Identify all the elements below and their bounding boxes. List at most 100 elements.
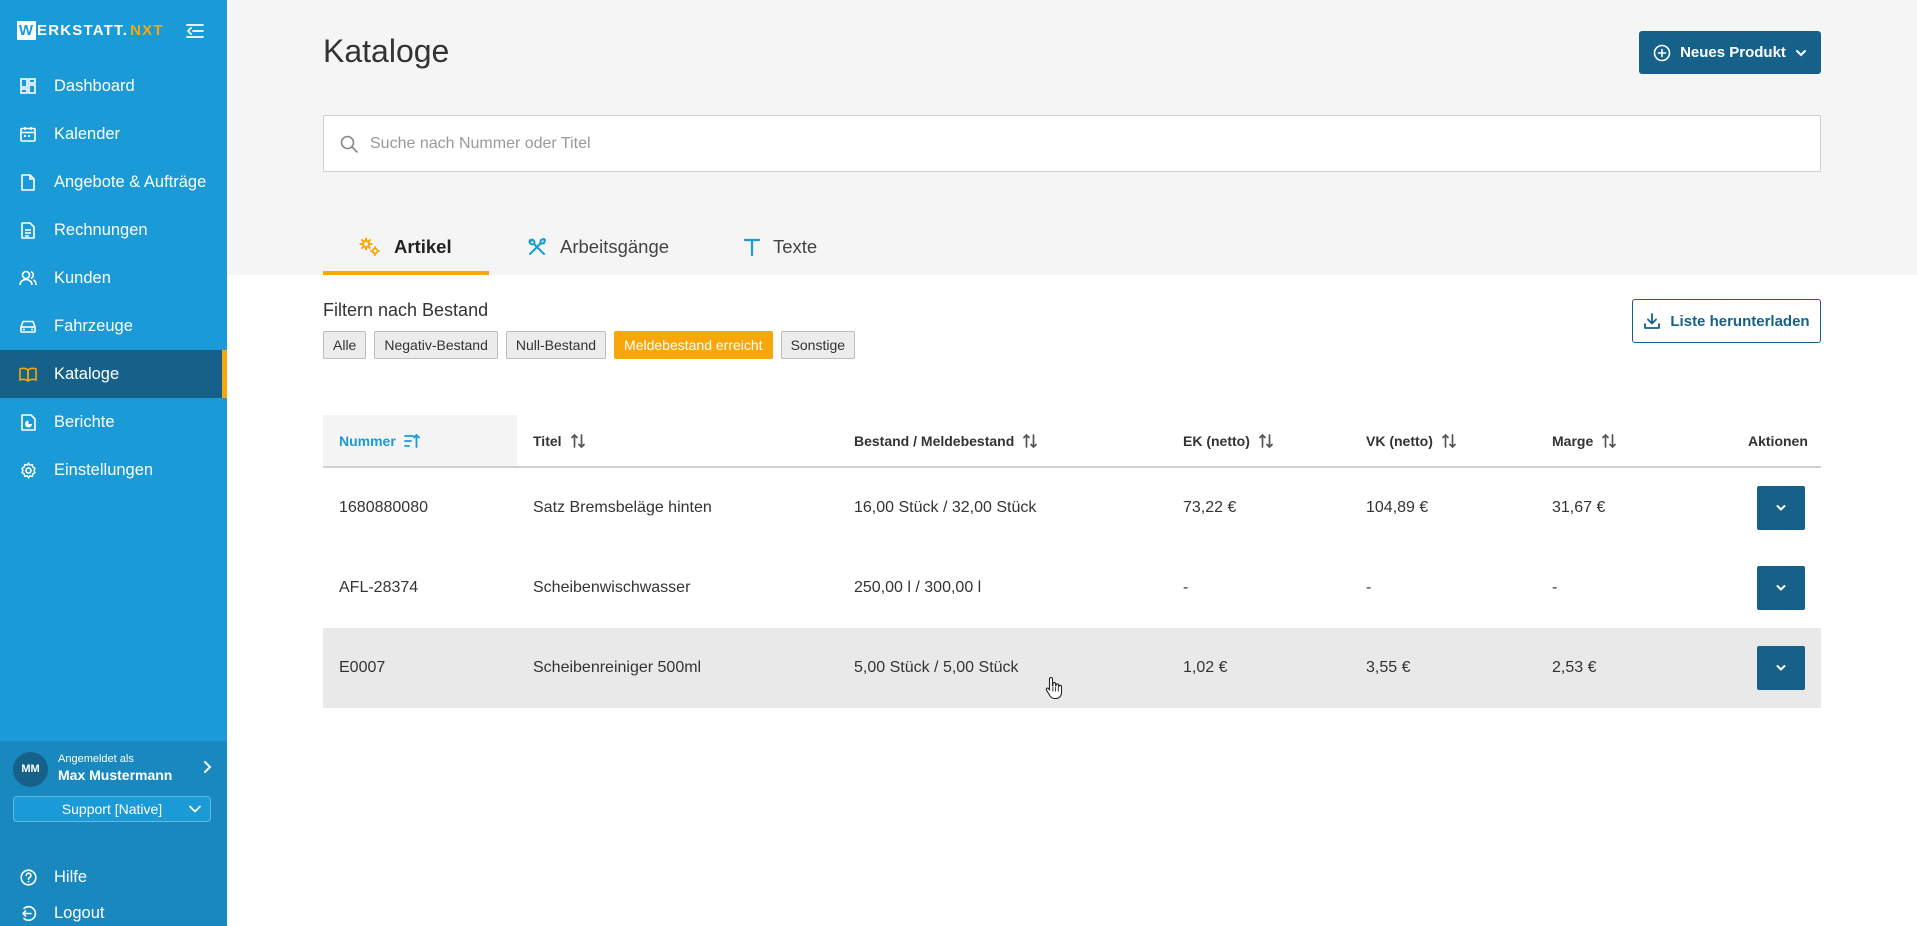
filter-chip-alle[interactable]: Alle [323, 331, 367, 359]
filter-chip-null-bestand[interactable]: Null-Bestand [505, 331, 607, 359]
sidebar-item-label: Berichte [54, 412, 115, 431]
sidebar-item-kalender[interactable]: Kalender [0, 110, 227, 158]
document-icon [19, 173, 37, 191]
help-link[interactable]: Hilfe [0, 853, 227, 901]
new-product-button[interactable]: Neues Produkt [1639, 31, 1821, 74]
download-list-label: Liste herunterladen [1670, 312, 1810, 330]
column-header-bestand[interactable]: Bestand / Meldebestand [854, 415, 1038, 466]
cell-vk: 104,89 € [1366, 499, 1429, 516]
search-input[interactable] [370, 134, 1770, 153]
row-actions-button[interactable] [1757, 486, 1805, 530]
column-header-vk[interactable]: VK (netto) [1366, 415, 1457, 466]
sidebar-item-kataloge[interactable]: Kataloge [0, 350, 227, 398]
column-header-titel[interactable]: Titel [533, 415, 586, 466]
cell-vk: - [1366, 579, 1372, 596]
cell-bestand: 5,00 Stück / 5,00 Stück [854, 659, 1019, 676]
search-icon [340, 135, 358, 153]
tools-icon [527, 237, 547, 257]
tab-arbeitsgaenge[interactable]: Arbeitsgänge [489, 218, 704, 275]
sidebar-item-label: Einstellungen [54, 460, 154, 479]
sidebar-nav: Dashboard Kalender Angebote & Aufträge R… [0, 62, 227, 494]
sort-icon [1022, 433, 1038, 448]
sidebar-item-kunden[interactable]: Kunden [0, 254, 227, 302]
tab-artikel[interactable]: Artikel [323, 218, 489, 275]
catalog-tabs: Artikel Arbeitsgänge Texte [323, 218, 824, 275]
hand-cursor-icon [1045, 676, 1063, 705]
chevron-down-icon [1776, 505, 1786, 511]
logo-mark: W [17, 20, 36, 40]
column-header-label: VK (netto) [1366, 432, 1433, 449]
page-title: Kataloge [323, 33, 450, 69]
avatar: MM [13, 751, 48, 787]
collapse-sidebar-button[interactable] [183, 19, 207, 43]
cell-bestand: 16,00 Stück / 32,00 Stück [854, 499, 1037, 516]
gears-icon [359, 237, 381, 257]
sidebar-item-label: Dashboard [54, 76, 135, 95]
cell-marge: 2,53 € [1552, 659, 1597, 676]
cell-ek: 73,22 € [1183, 499, 1237, 516]
filter-chip-sonstige[interactable]: Sonstige [780, 331, 856, 359]
tab-texte[interactable]: Texte [704, 218, 824, 275]
row-actions-button[interactable] [1757, 646, 1805, 690]
sidebar-item-fahrzeuge[interactable]: Fahrzeuge [0, 302, 227, 350]
sidebar-item-berichte[interactable]: Berichte [0, 398, 227, 446]
help-icon [19, 868, 37, 886]
column-header-nummer[interactable]: Nummer [323, 415, 517, 466]
cell-ek: 1,02 € [1183, 659, 1228, 676]
cell-ek: - [1183, 579, 1189, 596]
logo-accent-text: NXT [130, 21, 164, 39]
sidebar-item-label: Rechnungen [54, 220, 148, 239]
new-product-label: Neues Produkt [1680, 44, 1786, 61]
cell-nummer: E0007 [339, 659, 386, 676]
cell-vk: 3,55 € [1366, 659, 1411, 676]
car-icon [19, 317, 37, 335]
cell-bestand: 250,00 l / 300,00 l [854, 579, 982, 596]
column-header-marge[interactable]: Marge [1552, 415, 1617, 466]
cell-marge: 31,67 € [1552, 499, 1606, 516]
table-row[interactable]: AFL-28374 Scheibenwischwasser 250,00 l /… [323, 548, 1821, 628]
sort-icon [1601, 433, 1617, 448]
sidebar: W ERKSTATT. NXT Dashboard Kalender Angeb… [0, 0, 227, 926]
support-select[interactable]: Support [Native] [13, 796, 211, 822]
user-name: Max Mustermann [58, 767, 173, 784]
download-list-button[interactable]: Liste herunterladen [1632, 299, 1821, 343]
user-panel: MM Angemeldet als Max Mustermann Support… [0, 741, 227, 926]
calendar-icon [19, 125, 37, 143]
plus-circle-icon [1653, 44, 1671, 62]
cell-nummer: 1680880080 [339, 499, 428, 516]
table-row[interactable]: E0007 Scheibenreiniger 500ml 5,00 Stück … [323, 628, 1821, 708]
filter-label: Filtern nach Bestand [323, 300, 489, 320]
chevron-down-icon [1776, 665, 1786, 671]
table-row[interactable]: 1680880080 Satz Bremsbeläge hinten 16,00… [323, 468, 1821, 548]
sort-icon [570, 433, 586, 448]
gear-icon [19, 461, 37, 479]
logged-in-label: Angemeldet als [58, 753, 134, 766]
book-icon [19, 365, 37, 383]
sidebar-item-angebote[interactable]: Angebote & Aufträge [0, 158, 227, 206]
logout-link[interactable]: Logout [0, 901, 227, 926]
tab-label: Texte [773, 235, 818, 257]
filter-chip-meldebestand-erreicht[interactable]: Meldebestand erreicht [614, 331, 773, 359]
column-header-label: Marge [1552, 432, 1594, 449]
app-logo[interactable]: W ERKSTATT. NXT [17, 20, 164, 40]
column-header-label: EK (netto) [1183, 432, 1250, 449]
logout-icon [19, 905, 37, 923]
column-header-ek[interactable]: EK (netto) [1183, 415, 1274, 466]
column-header-label: Titel [533, 432, 562, 449]
sort-ascending-icon [403, 433, 420, 448]
row-actions-button[interactable] [1757, 566, 1805, 610]
sidebar-item-rechnungen[interactable]: Rechnungen [0, 206, 227, 254]
dashboard-icon [19, 77, 37, 95]
cell-titel: Scheibenreiniger 500ml [533, 659, 702, 676]
sort-icon [1441, 433, 1457, 448]
articles-table: Nummer Titel Bestand / Meldebestand EK (… [323, 415, 1821, 708]
cell-marge: - [1552, 579, 1558, 596]
invoice-icon [19, 221, 37, 239]
filter-chip-negativ-bestand[interactable]: Negativ-Bestand [374, 331, 498, 359]
sidebar-item-dashboard[interactable]: Dashboard [0, 62, 227, 110]
cell-nummer: AFL-28374 [339, 579, 419, 596]
sidebar-item-einstellungen[interactable]: Einstellungen [0, 446, 227, 494]
user-profile-button[interactable]: MM Angemeldet als Max Mustermann [13, 751, 213, 787]
chevron-down-icon [1776, 585, 1786, 591]
sidebar-item-label: Angebote & Aufträge [54, 172, 207, 191]
